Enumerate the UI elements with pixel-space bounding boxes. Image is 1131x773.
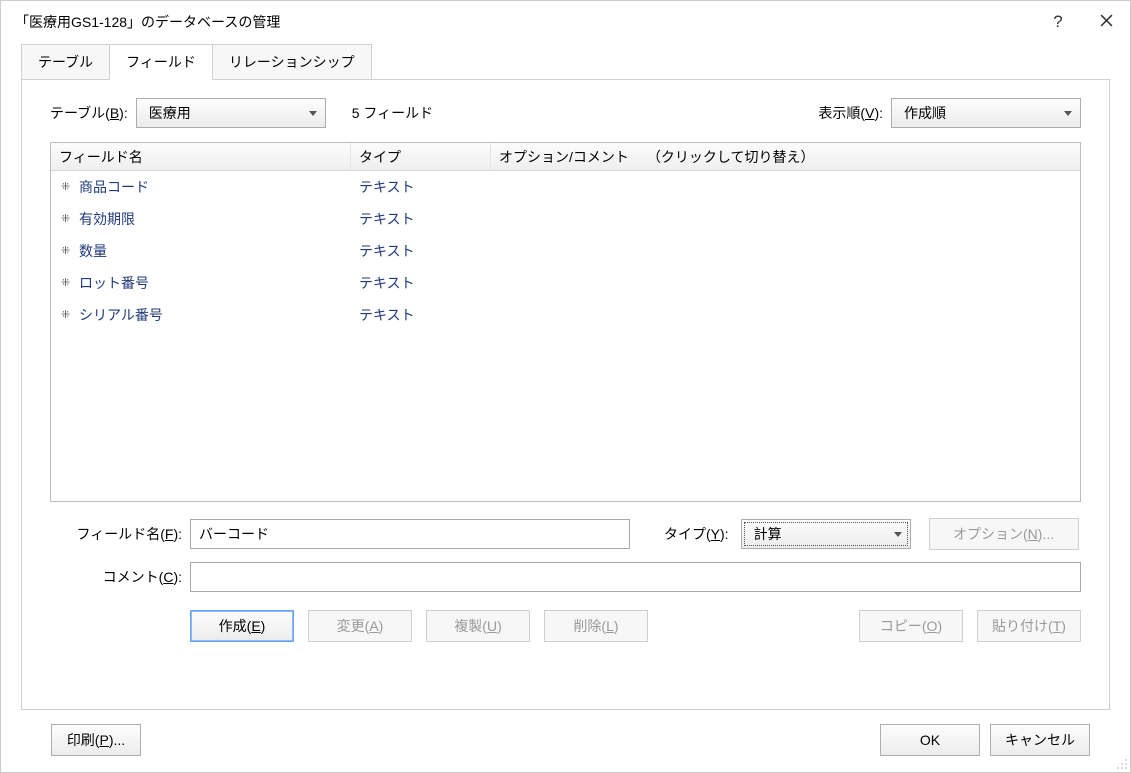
table-select[interactable]: 医療用 (136, 98, 326, 128)
drag-handle-icon[interactable]: ⁜ (61, 311, 69, 319)
comment-input[interactable] (190, 562, 1081, 592)
table-row[interactable]: ⁜数量 テキスト (51, 235, 1080, 267)
fields-grid: フィールド名 タイプ オプション/コメント （クリックして切り替え） ⁜商品コー… (50, 142, 1081, 502)
type-label: タイプ(Y): (664, 524, 735, 544)
manage-database-dialog: 「医療用GS1-128」のデータベースの管理 ? テーブル フィールド リレーシ… (0, 0, 1131, 773)
top-controls: テーブル(B): 医療用 5 フィールド 表示順(V): 作成順 (50, 98, 1081, 128)
copy-button[interactable]: コピー(O) (859, 610, 963, 642)
content-area: テーブル フィールド リレーションシップ テーブル(B): 医療用 5 フィール… (1, 43, 1130, 772)
delete-button[interactable]: 削除(L) (544, 610, 648, 642)
column-header-type[interactable]: タイプ (351, 143, 491, 170)
tab-relationships[interactable]: リレーションシップ (212, 44, 372, 80)
tab-panel-fields: テーブル(B): 医療用 5 フィールド 表示順(V): 作成順 フ (21, 79, 1110, 710)
fieldname-input[interactable] (190, 519, 630, 549)
window-title: 「医療用GS1-128」のデータベースの管理 (15, 12, 1034, 32)
close-icon (1100, 14, 1113, 31)
drag-handle-icon[interactable]: ⁜ (61, 215, 69, 223)
print-button[interactable]: 印刷(P)... (51, 724, 141, 756)
grid-body[interactable]: ⁜商品コード テキスト ⁜有効期限 テキスト ⁜数量 テキスト (51, 171, 1080, 501)
drag-handle-icon[interactable]: ⁜ (61, 247, 69, 255)
chevron-down-icon (1064, 111, 1072, 116)
column-header-options[interactable]: オプション/コメント （クリックして切り替え） (491, 143, 1080, 170)
table-select-value: 医療用 (149, 103, 191, 123)
type-select-value: 計算 (754, 524, 782, 544)
dialog-footer: 印刷(P)... OK キャンセル (21, 710, 1110, 756)
action-buttons: 作成(E) 変更(A) 複製(U) 削除(L) コピー(O) 貼り付け(T) (50, 610, 1081, 642)
grid-header: フィールド名 タイプ オプション/コメント （クリックして切り替え） (51, 143, 1080, 171)
fieldname-label: フィールド名(F): (50, 524, 190, 544)
comment-label: コメント(C): (50, 567, 190, 587)
ok-button[interactable]: OK (880, 724, 980, 756)
help-icon: ? (1053, 12, 1062, 32)
resize-grip-icon[interactable] (1114, 756, 1128, 770)
comment-row: コメント(C): (50, 562, 1081, 592)
table-select-label: テーブル(B): (50, 103, 128, 123)
column-header-name[interactable]: フィールド名 (51, 143, 351, 170)
paste-button[interactable]: 貼り付け(T) (977, 610, 1081, 642)
table-row[interactable]: ⁜商品コード テキスト (51, 171, 1080, 203)
tab-tables[interactable]: テーブル (21, 44, 110, 80)
tabbar: テーブル フィールド リレーションシップ (21, 44, 1110, 80)
titlebar: 「医療用GS1-128」のデータベースの管理 ? (1, 1, 1130, 43)
options-button[interactable]: オプション(N)... (929, 518, 1079, 550)
cancel-button[interactable]: キャンセル (990, 724, 1090, 756)
table-row[interactable]: ⁜ロット番号 テキスト (51, 267, 1080, 299)
sort-order-label: 表示順(V): (818, 103, 883, 123)
sort-order-select[interactable]: 作成順 (891, 98, 1081, 128)
create-button[interactable]: 作成(E) (190, 610, 294, 642)
chevron-down-icon (894, 532, 902, 537)
tab-fields[interactable]: フィールド (109, 44, 213, 80)
field-count: 5 フィールド (352, 103, 433, 123)
change-button[interactable]: 変更(A) (308, 610, 412, 642)
table-row[interactable]: ⁜有効期限 テキスト (51, 203, 1080, 235)
type-select[interactable]: 計算 (741, 519, 911, 549)
help-button[interactable]: ? (1034, 1, 1082, 43)
drag-handle-icon[interactable]: ⁜ (61, 279, 69, 287)
sort-order-value: 作成順 (904, 103, 946, 123)
table-row[interactable]: ⁜シリアル番号 テキスト (51, 299, 1080, 331)
fieldname-row: フィールド名(F): タイプ(Y): 計算 オプション(N)... (50, 518, 1081, 550)
close-button[interactable] (1082, 1, 1130, 43)
duplicate-button[interactable]: 複製(U) (426, 610, 530, 642)
drag-handle-icon[interactable]: ⁜ (61, 183, 69, 191)
chevron-down-icon (309, 111, 317, 116)
